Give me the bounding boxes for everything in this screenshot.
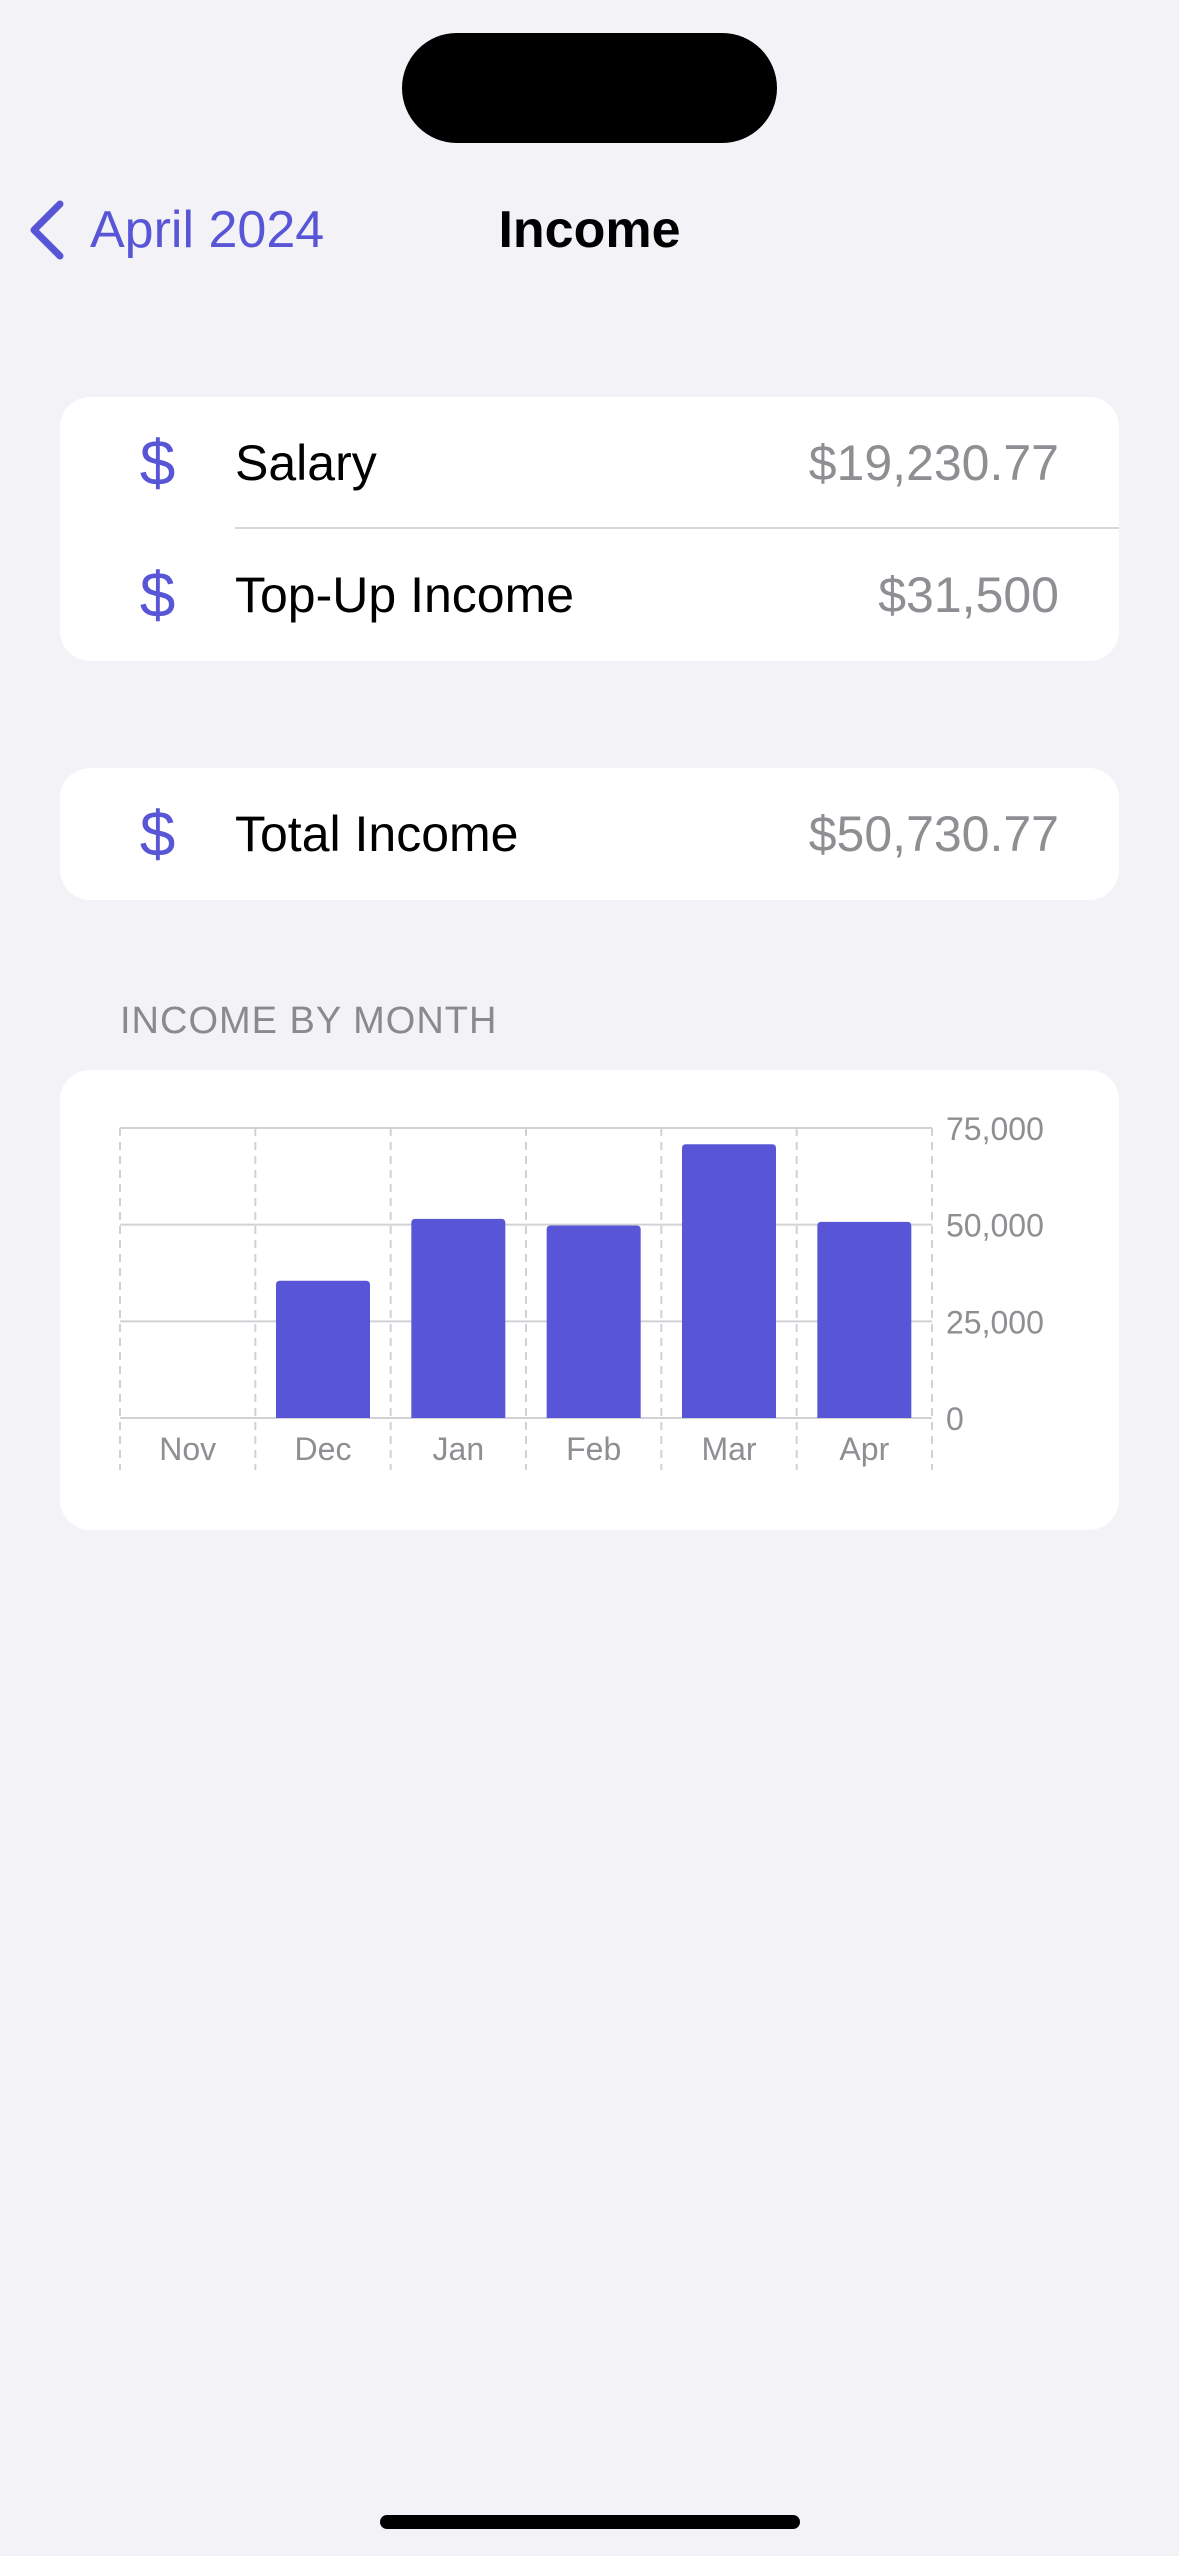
chart-bar [817, 1221, 912, 1418]
total-value: $50,730.77 [808, 806, 1059, 862]
page-title: Income [498, 201, 681, 259]
x-tick-label: Apr [839, 1431, 889, 1467]
list-item-top-up-income[interactable]: $ Top-Up Income $31,500 [60, 529, 1119, 661]
item-value: $31,500 [878, 567, 1059, 623]
dynamic-island [402, 33, 777, 143]
item-value: $19,230.77 [808, 435, 1059, 491]
x-tick-label: Dec [295, 1431, 352, 1467]
y-tick-label: 25,000 [946, 1304, 1044, 1340]
total-card: $ Total Income $50,730.77 [60, 768, 1119, 900]
chart-bar [546, 1225, 641, 1418]
dollar-icon: $ [139, 559, 176, 631]
x-tick-label: Feb [566, 1431, 621, 1467]
dollar-icon: $ [139, 798, 176, 870]
income-list: $ Salary $19,230.77 $ Top-Up Income $31,… [60, 397, 1119, 661]
chart-bar [276, 1280, 370, 1418]
x-tick-label: Jan [433, 1431, 485, 1467]
home-indicator[interactable] [380, 2515, 800, 2529]
chart-bar [682, 1144, 776, 1418]
list-item-salary[interactable]: $ Salary $19,230.77 [60, 397, 1119, 529]
y-tick-label: 0 [946, 1401, 964, 1437]
section-header: INCOME BY MONTH [120, 1000, 498, 1042]
item-label: Salary [235, 435, 377, 491]
navigation-bar: April 2024 Income [0, 180, 1179, 280]
chart-card: Nov Dec Jan Feb Mar Apr 0 25,000 50,000 75,000 [60, 1070, 1119, 1530]
y-tick-label: 75,000 [946, 1111, 1044, 1147]
x-tick-label: Mar [701, 1431, 756, 1467]
total-label: Total Income [235, 806, 519, 862]
list-item-total-income: $ Total Income $50,730.77 [60, 768, 1119, 900]
dollar-icon: $ [139, 427, 176, 499]
x-tick-label: Nov [159, 1431, 216, 1467]
y-tick-label: 50,000 [946, 1208, 1044, 1244]
item-label: Top-Up Income [235, 567, 575, 623]
income-bar-chart: Nov Dec Jan Feb Mar Apr 0 25,000 50,000 75,000 [119, 1111, 1044, 1470]
chart-bar [411, 1218, 506, 1418]
